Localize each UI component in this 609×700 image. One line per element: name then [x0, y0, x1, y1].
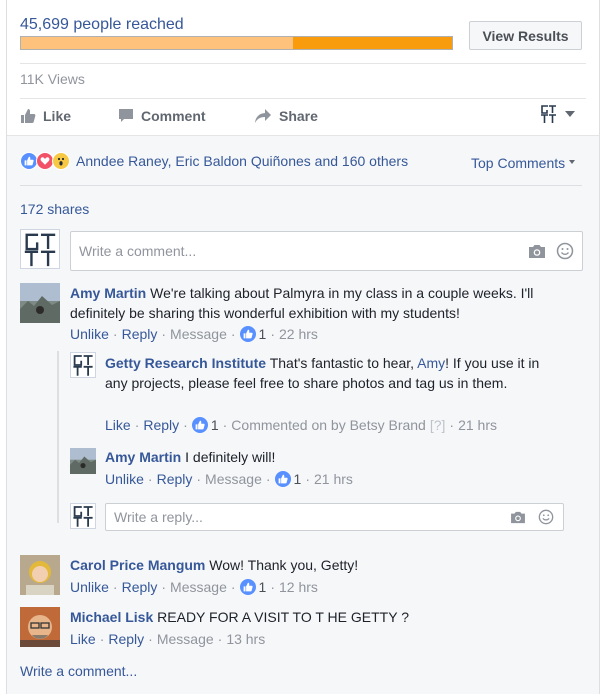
- reply-link[interactable]: Reply: [122, 326, 158, 342]
- message-link[interactable]: Message: [170, 579, 227, 595]
- comment-text: READY FOR A VISIT TO T HE GETTY ?: [157, 609, 409, 625]
- divider: [20, 185, 582, 186]
- timestamp[interactable]: 21 hrs: [458, 417, 497, 433]
- post-as-page-selector[interactable]: [539, 104, 575, 124]
- top-comments-sort[interactable]: Top Comments: [471, 155, 576, 171]
- reach-progress-bar: [20, 36, 453, 50]
- comment-author[interactable]: Michael Lisk: [70, 609, 153, 625]
- comment-bubble-icon: [119, 109, 133, 122]
- like-reaction-icon: [191, 417, 208, 433]
- post-card: 45,699 people reached View Results 11K V…: [6, 0, 600, 694]
- amy-martin-avatar[interactable]: [70, 448, 96, 474]
- reply-body: Getty Research Institute That's fantasti…: [105, 353, 545, 393]
- like-reaction-icon: [274, 471, 291, 487]
- getty-avatar[interactable]: [70, 352, 96, 378]
- michael-lisk-avatar[interactable]: [20, 607, 60, 647]
- divider: [20, 63, 586, 64]
- comment-actions: Like · Reply · Message · 13 hrs: [70, 631, 266, 647]
- camera-icon[interactable]: [526, 240, 548, 262]
- comment-body: Carol Price Mangum Wow! Thank you, Getty…: [70, 555, 580, 575]
- getty-avatar[interactable]: [70, 503, 96, 529]
- comment-button[interactable]: Comment: [118, 108, 206, 124]
- reply-thread-line: [57, 351, 59, 523]
- like-count[interactable]: 1: [294, 471, 302, 487]
- mention-link[interactable]: Amy: [417, 355, 445, 371]
- comment-composer[interactable]: [70, 231, 583, 271]
- share-label: Share: [279, 108, 318, 124]
- reply-composer[interactable]: [105, 503, 564, 531]
- emoji-icon[interactable]: [535, 506, 557, 528]
- getty-avatar[interactable]: [20, 229, 60, 269]
- comment-text: Wow! Thank you, Getty!: [209, 557, 359, 573]
- timestamp[interactable]: 12 hrs: [279, 579, 318, 595]
- like-link[interactable]: Like: [70, 631, 96, 647]
- write-comment-link[interactable]: Write a comment...: [20, 663, 137, 679]
- views-count: 11K Views: [20, 71, 85, 87]
- reach-progress-fill: [292, 37, 452, 49]
- reactions-summary[interactable]: Anndee Raney, Eric Baldon Quiñones and 1…: [20, 152, 408, 170]
- timestamp[interactable]: 22 hrs: [279, 326, 318, 342]
- reply-text: I definitely will!: [185, 449, 276, 465]
- amy-martin-avatar[interactable]: [20, 283, 60, 323]
- reply-link[interactable]: Reply: [143, 417, 179, 433]
- chevron-down-icon: [565, 111, 575, 117]
- message-link[interactable]: Message: [205, 471, 262, 487]
- sort-label: Top Comments: [471, 155, 566, 171]
- like-count[interactable]: 1: [211, 417, 219, 433]
- timestamp[interactable]: 21 hrs: [314, 471, 353, 487]
- unlike-link[interactable]: Unlike: [105, 471, 144, 487]
- comment-author[interactable]: Carol Price Mangum: [70, 557, 205, 573]
- reply-author[interactable]: Amy Martin: [105, 449, 181, 465]
- like-count[interactable]: 1: [259, 579, 267, 595]
- reply-body: Amy Martin I definitely will!: [105, 447, 545, 467]
- commented-on-text: Commented on by Betsy Brand: [231, 417, 426, 433]
- shares-count[interactable]: 172 shares: [20, 201, 89, 217]
- reply-link[interactable]: Reply: [108, 631, 144, 647]
- reply-author[interactable]: Getty Research Institute: [105, 355, 266, 371]
- reply-input[interactable]: [106, 509, 507, 525]
- help-link[interactable]: [?]: [430, 417, 446, 433]
- message-link[interactable]: Message: [170, 326, 227, 342]
- comment-input[interactable]: [71, 243, 526, 259]
- post-footer: 45,699 people reached View Results 11K V…: [7, 0, 599, 135]
- unlike-link[interactable]: Unlike: [70, 579, 109, 595]
- unlike-link[interactable]: Unlike: [70, 326, 109, 342]
- share-arrow-icon: [255, 109, 271, 123]
- like-reaction-icon: [239, 326, 256, 342]
- comment-actions: Unlike · Reply · Message · 1 · 22 hrs: [70, 326, 318, 342]
- chevron-down-icon: [569, 160, 576, 164]
- comment-label: Comment: [141, 108, 206, 124]
- reply-actions: Unlike · Reply · Message · 1 · 21 hrs: [105, 471, 353, 487]
- camera-icon[interactable]: [507, 506, 529, 528]
- comment-author[interactable]: Amy Martin: [70, 285, 146, 301]
- reply-link[interactable]: Reply: [157, 471, 193, 487]
- reply-text: That's fantastic to hear,: [269, 355, 418, 371]
- like-thumb-icon: [21, 109, 36, 123]
- emoji-icon[interactable]: [554, 240, 576, 262]
- carol-price-mangum-avatar[interactable]: [20, 555, 60, 595]
- view-results-button[interactable]: View Results: [469, 21, 582, 50]
- wow-reaction-icon: [52, 152, 70, 170]
- like-link[interactable]: Like: [105, 417, 131, 433]
- reaction-names[interactable]: Anndee Raney, Eric Baldon Quiñones and 1…: [76, 153, 408, 169]
- comment-body: Michael Lisk READY FOR A VISIT TO T HE G…: [70, 607, 580, 627]
- comment-body: Amy Martin We're talking about Palmyra i…: [70, 283, 580, 323]
- like-button[interactable]: Like: [20, 108, 71, 124]
- reply-actions: Like · Reply · 1 · Commented on by Betsy Br…: [105, 417, 498, 433]
- like-count[interactable]: 1: [259, 326, 267, 342]
- getty-logo-icon: [539, 104, 559, 124]
- timestamp[interactable]: 13 hrs: [226, 631, 265, 647]
- share-button[interactable]: Share: [254, 108, 318, 124]
- like-label: Like: [43, 108, 72, 124]
- like-reaction-icon: [239, 579, 256, 595]
- divider: [20, 98, 586, 99]
- comment-actions: Unlike · Reply · Message · 1 · 12 hrs: [70, 579, 318, 595]
- message-link[interactable]: Message: [157, 631, 214, 647]
- reply-link[interactable]: Reply: [122, 579, 158, 595]
- reach-label: 45,699 people reached: [20, 16, 184, 33]
